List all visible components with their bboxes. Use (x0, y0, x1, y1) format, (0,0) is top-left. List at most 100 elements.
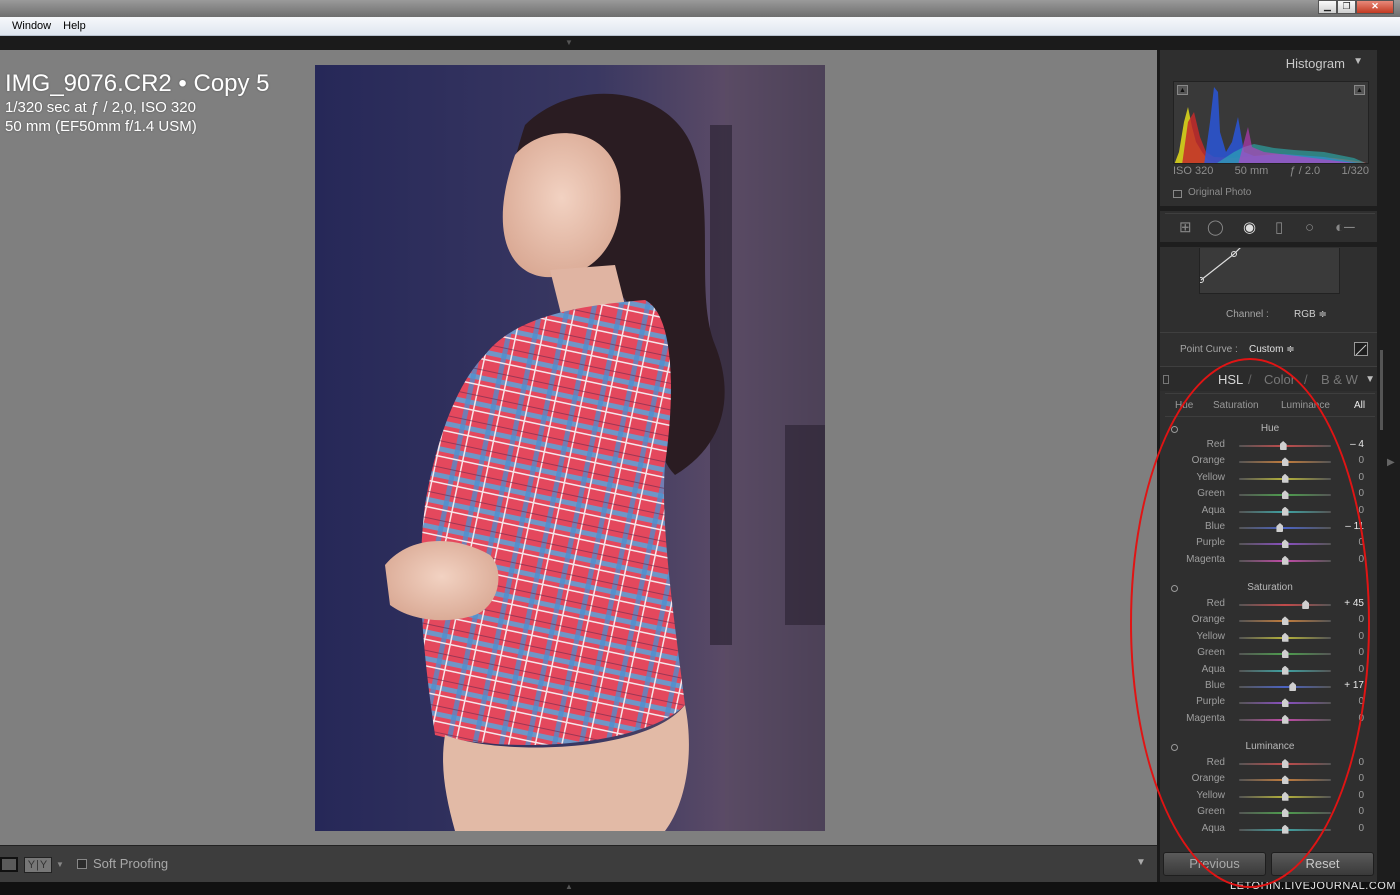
slider-thumb[interactable] (1302, 600, 1310, 609)
slider-thumb[interactable] (1281, 616, 1289, 626)
slider-thumb[interactable] (1281, 632, 1289, 642)
slider-value[interactable]: 0 (1358, 773, 1364, 784)
tone-curve-graph[interactable] (1198, 243, 1340, 294)
slider-label: Green (1197, 488, 1225, 500)
slider-row-aqua: Aqua 0 (1165, 504, 1375, 520)
slider-value[interactable]: + 45 (1344, 598, 1364, 609)
slider-label: Yellow (1196, 789, 1225, 801)
slider-thumb[interactable] (1281, 539, 1289, 549)
slider-thumb[interactable] (1281, 490, 1289, 500)
menu-help[interactable]: Help (57, 20, 92, 32)
slider-value[interactable]: 0 (1358, 823, 1364, 834)
crop-tool-icon[interactable]: ⊞ (1179, 220, 1192, 235)
slider-value[interactable]: 0 (1358, 757, 1364, 768)
slider-value[interactable]: 0 (1358, 505, 1364, 516)
radial-filter-icon[interactable]: ○ (1305, 220, 1314, 235)
slider-value[interactable]: 0 (1358, 696, 1364, 707)
highlight-clipping-icon[interactable]: ▲ (1354, 85, 1365, 95)
spot-removal-icon[interactable]: ◯ (1207, 220, 1224, 235)
histogram-header[interactable]: Histogram ▼ (1160, 50, 1377, 76)
slider-thumb[interactable] (1281, 457, 1289, 467)
slider-row-yellow: Yellow 0 (1165, 471, 1375, 487)
hsl-slash: / (1248, 372, 1252, 387)
slider-value[interactable]: 0 (1358, 790, 1364, 801)
slider-thumb[interactable] (1281, 808, 1289, 818)
hsl-tab[interactable]: HSL (1218, 372, 1243, 387)
collapse-triangle-icon[interactable]: ▼ (1365, 374, 1375, 385)
point-curve-select[interactable]: Custom ≑ (1249, 344, 1295, 355)
adjustment-brush-icon[interactable]: ◐─ (1335, 220, 1355, 235)
shadow-clipping-icon[interactable]: ▲ (1177, 85, 1188, 95)
slider-label: Red (1206, 757, 1225, 768)
slider-value[interactable]: 0 (1358, 472, 1364, 483)
top-panel-toggle-icon[interactable]: ▼ (565, 38, 573, 47)
red-eye-icon[interactable]: ◉ (1243, 220, 1256, 235)
slider-value[interactable]: 0 (1358, 664, 1364, 675)
slider-value[interactable]: 0 (1358, 647, 1364, 658)
slider-thumb[interactable] (1281, 824, 1289, 834)
before-after-dropdown-icon[interactable]: ▼ (56, 860, 64, 869)
slider-label: Orange (1191, 614, 1225, 626)
slider-thumb[interactable] (1281, 649, 1289, 659)
collapse-triangle-icon[interactable]: ▼ (1353, 56, 1363, 67)
reset-button[interactable]: Reset (1271, 852, 1374, 876)
toolbar-menu-icon[interactable]: ▼ (1136, 857, 1146, 868)
slider-value[interactable]: 0 (1358, 554, 1364, 565)
slider-thumb[interactable] (1281, 775, 1289, 785)
slider-thumb[interactable] (1289, 682, 1297, 691)
slider-value[interactable]: 0 (1358, 488, 1364, 499)
slider-thumb[interactable] (1279, 441, 1287, 450)
right-panel-toggle-icon[interactable]: ▶ (1387, 457, 1395, 468)
slider-track[interactable] (1239, 686, 1331, 688)
slider-value[interactable]: – 11 (1345, 521, 1364, 532)
slider-thumb[interactable] (1276, 523, 1284, 532)
edit-point-curve-icon[interactable] (1354, 342, 1368, 356)
filmstrip-toggle-icon[interactable]: ▲ (565, 882, 573, 891)
slider-thumb[interactable] (1281, 714, 1289, 724)
filmstrip-toggle-strip[interactable] (0, 882, 1400, 895)
slider-value[interactable]: 0 (1358, 537, 1364, 548)
slider-thumb[interactable] (1281, 698, 1289, 708)
slider-value[interactable]: + 17 (1344, 680, 1364, 691)
menu-window[interactable]: Window (0, 20, 57, 32)
slider-value[interactable]: 0 (1358, 455, 1364, 466)
slider-value[interactable]: 0 (1358, 806, 1364, 817)
loupe-view-button[interactable] (0, 857, 18, 872)
original-photo-checkbox[interactable] (1173, 190, 1182, 198)
panel-switch-icon[interactable] (1163, 375, 1169, 384)
subtab-hue[interactable]: Hue (1175, 400, 1193, 411)
slider-thumb[interactable] (1281, 759, 1289, 768)
minimize-button[interactable]: ▁ (1318, 0, 1337, 14)
slider-thumb[interactable] (1281, 506, 1289, 516)
hsl-header[interactable]: HSL / Color / B & W ▼ (1160, 366, 1377, 391)
subtab-all[interactable]: All (1354, 400, 1365, 411)
subtab-luminance[interactable]: Luminance (1281, 400, 1330, 411)
maximize-button[interactable]: ❐ (1337, 0, 1356, 14)
soft-proofing-checkbox[interactable] (77, 859, 87, 869)
slider-track[interactable] (1239, 604, 1331, 606)
slider-value[interactable]: 0 (1358, 631, 1364, 642)
subtab-saturation[interactable]: Saturation (1213, 400, 1259, 411)
slider-thumb[interactable] (1281, 555, 1289, 565)
close-button[interactable]: ✕ (1356, 0, 1394, 14)
bw-tab[interactable]: B & W (1321, 372, 1358, 387)
slider-value[interactable]: 0 (1358, 614, 1364, 625)
top-panel-strip[interactable] (0, 36, 1400, 50)
previous-button[interactable]: Previous (1163, 852, 1266, 876)
main-photo[interactable] (315, 65, 825, 831)
slider-thumb[interactable] (1281, 665, 1289, 675)
slider-label: Aqua (1201, 663, 1225, 675)
slider-thumb[interactable] (1281, 791, 1289, 801)
slider-track[interactable] (1239, 527, 1331, 529)
channel-select[interactable]: RGB ≑ (1294, 309, 1327, 320)
histogram-graph[interactable]: ▲ ▲ (1173, 81, 1369, 164)
before-after-button[interactable]: Y|Y (24, 857, 52, 873)
slider-value[interactable]: – 4 (1350, 439, 1364, 450)
right-scrollbar[interactable]: ▶ (1377, 50, 1400, 882)
slider-thumb[interactable] (1281, 473, 1289, 483)
scrollbar-thumb[interactable] (1380, 350, 1383, 430)
graduated-filter-icon[interactable]: ▯ (1275, 220, 1283, 235)
color-tab[interactable]: Color (1264, 372, 1295, 387)
slider-value[interactable]: 0 (1358, 713, 1364, 724)
photo-rendering (315, 65, 825, 831)
